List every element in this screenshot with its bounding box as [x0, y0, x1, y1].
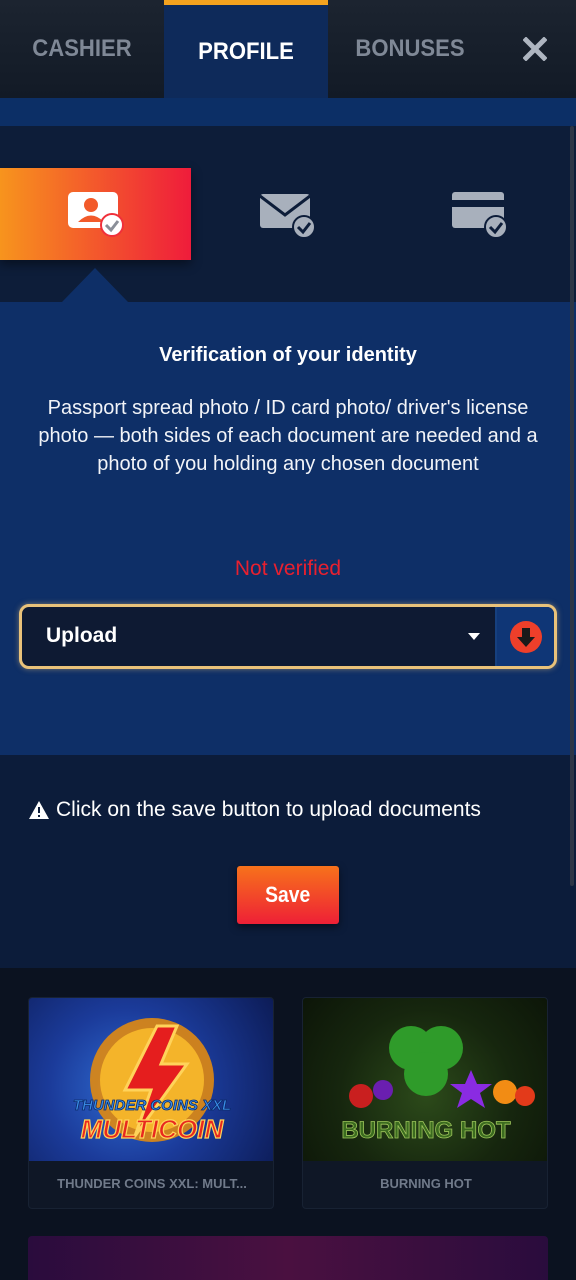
game-title: THUNDER COINS XXL: MULT...	[57, 1176, 247, 1191]
mail-check-icon	[259, 194, 316, 239]
tab-bonuses[interactable]: BONUSES	[335, 0, 486, 98]
save-button[interactable]: Save	[237, 866, 339, 924]
download-button[interactable]	[497, 607, 554, 666]
card-check-icon	[452, 192, 508, 239]
game-title: BURNING HOT	[380, 1176, 472, 1191]
verification-title: Verification of your identity	[159, 344, 417, 366]
panel-top-strip	[0, 98, 576, 126]
tab-profile[interactable]: PROFILE	[164, 0, 328, 98]
game-card[interactable]	[28, 1236, 548, 1280]
card-verification-tab[interactable]	[384, 168, 576, 260]
tab-profile-label: PROFILE	[198, 37, 294, 65]
warning-icon	[29, 801, 49, 819]
download-icon	[509, 620, 542, 653]
status-badge: Not verified	[234, 557, 342, 580]
game-thumbnail: THUNDER COINS XXL MULTICOIN	[29, 998, 273, 1161]
close-icon	[523, 37, 547, 61]
verification-description: Passport spread photo / ID card photo/ d…	[38, 397, 538, 475]
upload-notice: Click on the save button to upload docum…	[28, 798, 481, 822]
active-tab-pointer	[62, 268, 128, 302]
identity-panel	[0, 302, 576, 755]
game-logo-line2: MULTICOIN	[81, 1114, 225, 1144]
game-card[interactable]: THUNDER COINS XXL MULTICOIN THUNDER COIN…	[28, 997, 274, 1209]
save-section	[0, 755, 576, 968]
game-logo: BURNING HOT	[341, 1117, 511, 1144]
game-logo-line1: THUNDER COINS XXL	[73, 1097, 231, 1114]
upload-select[interactable]: Upload	[19, 604, 557, 669]
save-button-label: Save	[265, 882, 311, 907]
game-card[interactable]: BURNING HOT BURNING HOT	[302, 997, 548, 1209]
tab-cashier[interactable]: CASHIER	[7, 0, 158, 98]
upload-notice-text: Click on the save button to upload docum…	[56, 798, 481, 821]
scrollbar[interactable]	[570, 126, 574, 886]
chevron-down-icon	[468, 633, 480, 640]
upload-select-label: Upload	[46, 624, 118, 647]
email-verification-tab[interactable]	[192, 168, 384, 260]
close-button[interactable]	[508, 22, 562, 76]
identity-verification-tab[interactable]	[0, 168, 191, 260]
game-thumbnail: BURNING HOT	[303, 998, 547, 1161]
user-id-check-icon	[67, 192, 124, 237]
